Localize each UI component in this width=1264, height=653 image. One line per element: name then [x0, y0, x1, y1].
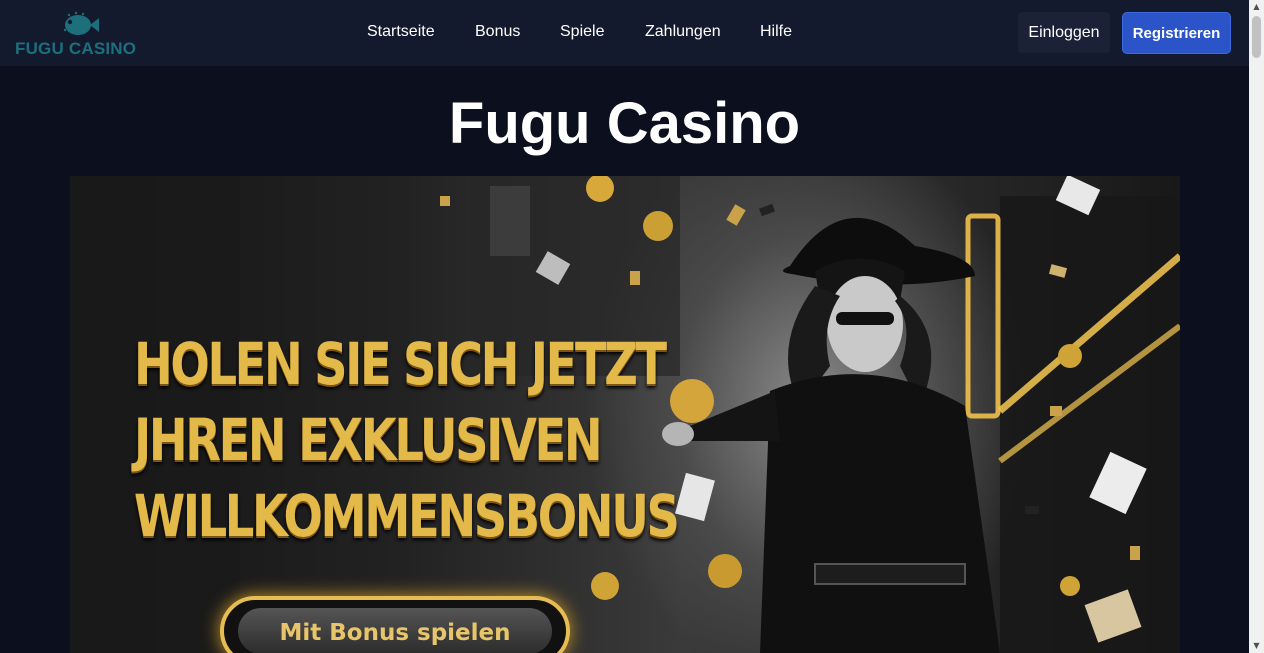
page: FUGU CASINO Startseite Bonus Spiele Zahl…	[0, 0, 1249, 653]
nav-startseite[interactable]: Startseite	[367, 23, 435, 41]
vertical-scrollbar[interactable]: ▲ ▼	[1249, 0, 1264, 653]
promo-banner[interactable]: HOLEN SIE SICH JETZT JHREN EXKLUSIVEN WI…	[70, 176, 1180, 653]
register-button[interactable]: Registrieren	[1122, 12, 1231, 54]
cta-label: Mit Bonus spielen	[279, 620, 511, 646]
play-with-bonus-button[interactable]: Mit Bonus spielen	[220, 596, 570, 653]
nav-zahlungen[interactable]: Zahlungen	[645, 23, 721, 41]
login-button[interactable]: Einloggen	[1018, 12, 1110, 53]
banner-headline: HOLEN SIE SICH JETZT JHREN EXKLUSIVEN WI…	[134, 326, 680, 554]
headline-line: JHREN EXKLUSIVEN	[134, 406, 603, 474]
triangle-up-icon[interactable]: ▲	[1249, 0, 1264, 14]
page-title: Fugu Casino	[448, 91, 801, 156]
scroll-thumb[interactable]	[1252, 16, 1261, 58]
site-header: FUGU CASINO Startseite Bonus Spiele Zahl…	[0, 0, 1249, 66]
nav-bonus[interactable]: Bonus	[475, 23, 520, 41]
nav-spiele[interactable]: Spiele	[560, 23, 604, 41]
headline-line: WILLKOMMENSBONUS	[134, 482, 680, 550]
nav-hilfe[interactable]: Hilfe	[760, 23, 792, 41]
triangle-down-icon[interactable]: ▼	[1249, 639, 1264, 653]
headline-line: HOLEN SIE SICH JETZT	[134, 330, 667, 398]
